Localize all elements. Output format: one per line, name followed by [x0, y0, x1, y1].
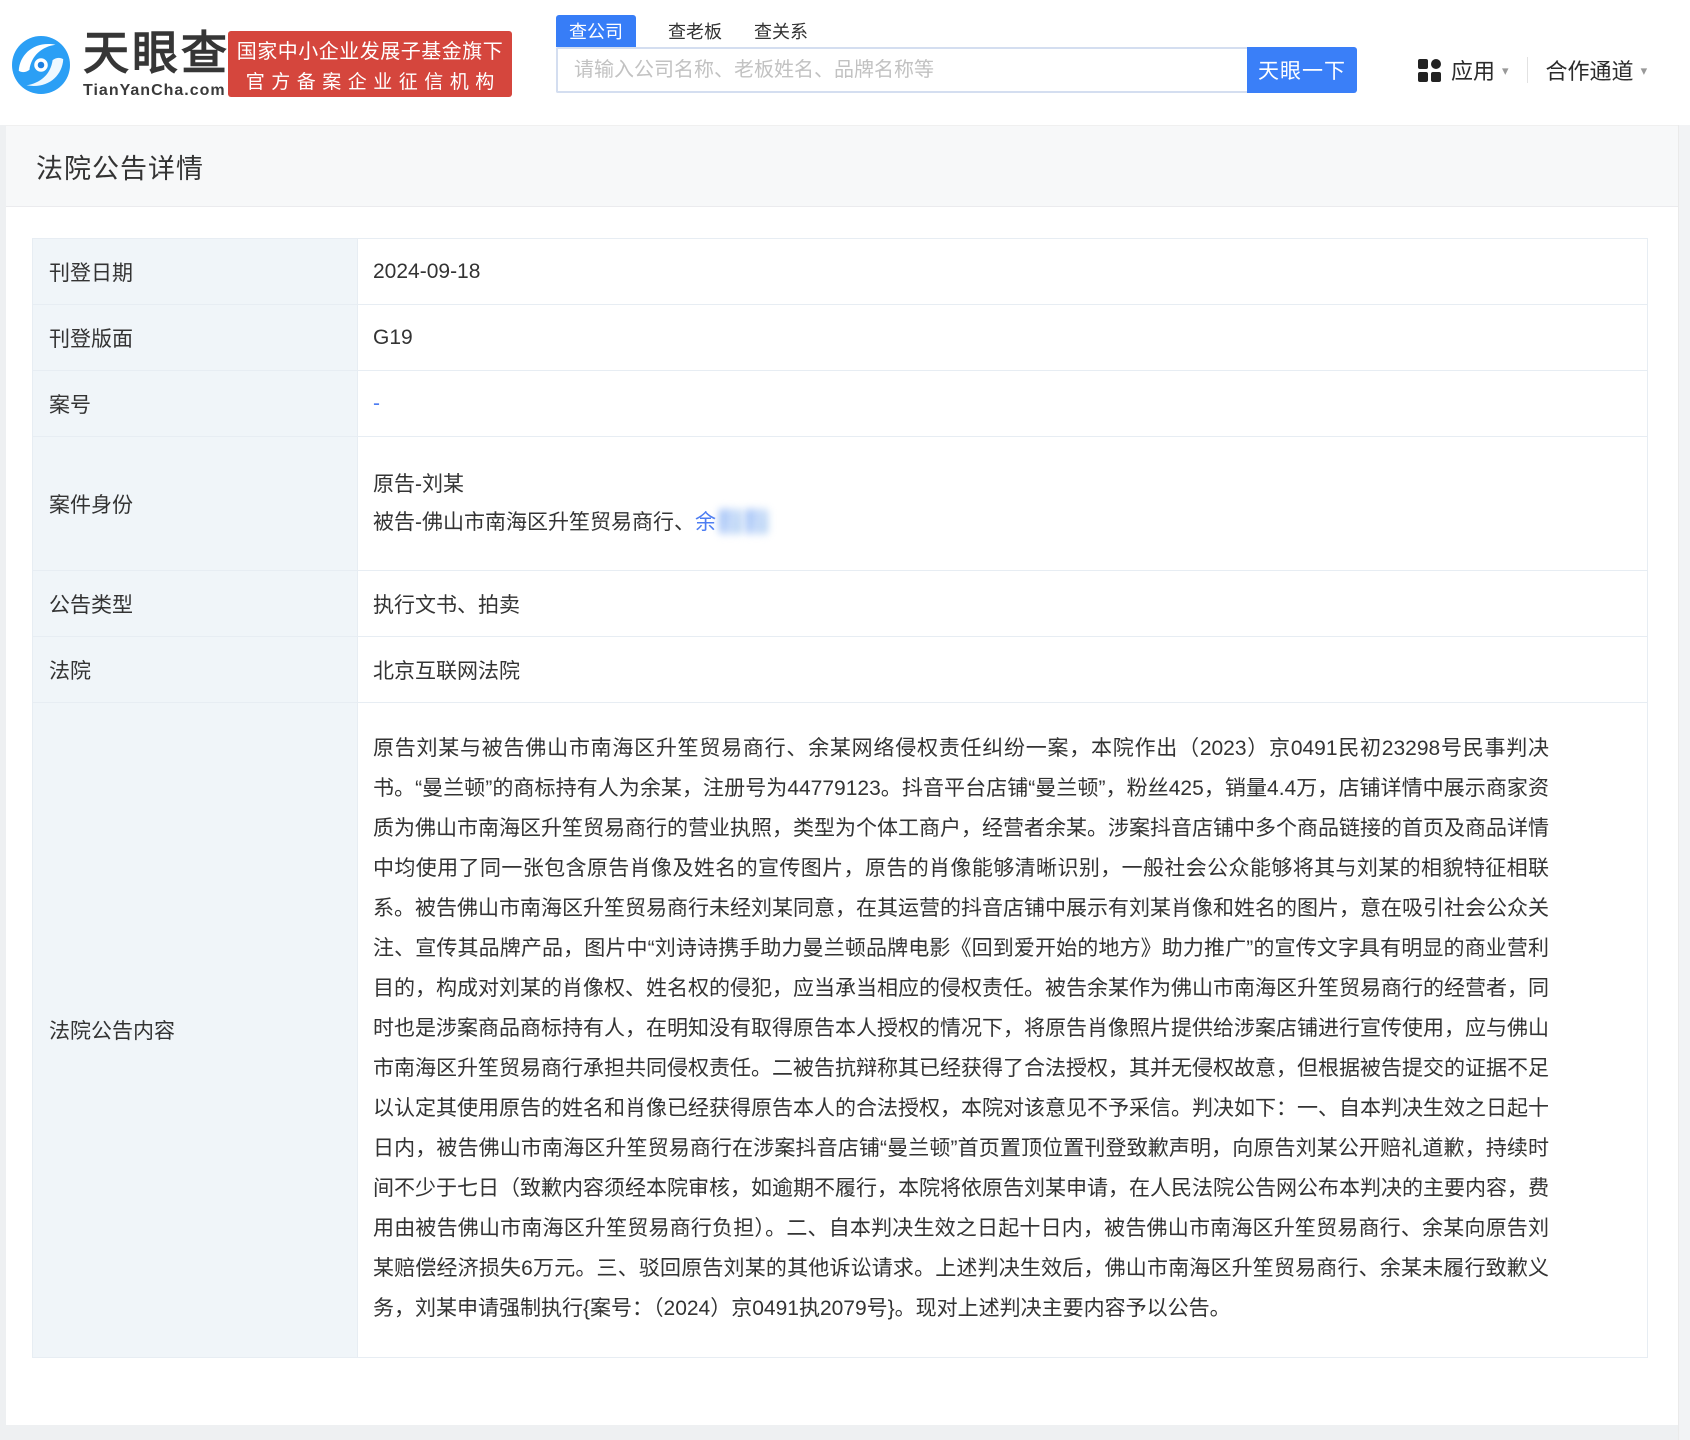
announcement-content-text: 原告刘某与被告佛山市南海区升笙贸易商行、余某网络侵权责任纠纷一案，本院作出（20…	[373, 729, 1549, 1329]
apps-grid-icon	[1418, 59, 1441, 82]
nav-partner-channel[interactable]: 合作通道 ▾	[1546, 54, 1648, 86]
site-header: 天眼查 TianYanCha.com 国家中小企业发展子基金旗下 官方备案企业征…	[0, 0, 1690, 125]
search-input[interactable]	[556, 47, 1247, 93]
table-row-announcement-content: 法院公告内容 原告刘某与被告佛山市南海区升笙贸易商行、余某网络侵权责任纠纷一案，…	[33, 703, 1647, 1357]
nav-partner-label: 合作通道	[1546, 54, 1634, 86]
row-value: G19	[358, 305, 1647, 370]
table-row-announcement-type: 公告类型 执行文书、拍卖	[33, 571, 1647, 637]
nav-divider	[1527, 57, 1528, 83]
tianyancha-logo-icon	[12, 36, 70, 94]
row-label: 案件身份	[33, 437, 358, 570]
brand-domain: TianYanCha.com	[83, 82, 230, 100]
logo-text: 天眼查 TianYanCha.com	[83, 30, 230, 100]
redacted-name-block	[745, 509, 768, 534]
table-row-court: 法院 北京互联网法院	[33, 637, 1647, 703]
header-right-nav: 应用 ▾ 合作通道 ▾	[1418, 47, 1647, 93]
row-label: 法院	[33, 637, 358, 702]
plaintiff-line: 原告-刘某	[373, 466, 768, 504]
defendant-person-link[interactable]: 余	[695, 511, 716, 534]
announcement-table: 刊登日期 2024-09-18 刊登版面 G19 案号 - 案件身份 原告-刘某…	[32, 238, 1648, 1358]
row-value: 北京互联网法院	[358, 637, 1647, 702]
row-value: 执行文书、拍卖	[358, 571, 1647, 636]
page-title: 法院公告详情	[36, 147, 204, 186]
defendant-line: 被告-佛山市南海区升笙贸易商行、余	[373, 504, 768, 542]
row-label: 案号	[33, 371, 358, 436]
nav-apps[interactable]: 应用 ▾	[1418, 54, 1509, 86]
tianyancha-logo[interactable]: 天眼查 TianYanCha.com	[12, 30, 230, 100]
row-value: 2024-09-18	[358, 239, 1647, 304]
table-row-publish-page: 刊登版面 G19	[33, 305, 1647, 371]
row-label: 法院公告内容	[33, 703, 358, 1357]
chevron-down-icon: ▾	[1502, 63, 1509, 79]
nav-apps-label: 应用	[1451, 54, 1495, 86]
announcement-card: 刊登日期 2024-09-18 刊登版面 G19 案号 - 案件身份 原告-刘某…	[6, 207, 1678, 1425]
search-button[interactable]: 天眼一下	[1247, 47, 1357, 93]
certification-badge: 国家中小企业发展子基金旗下 官方备案企业征信机构	[228, 31, 512, 97]
tab-search-company[interactable]: 查公司	[556, 15, 636, 47]
row-label: 公告类型	[33, 571, 358, 636]
table-row-publish-date: 刊登日期 2024-09-18	[33, 239, 1647, 305]
row-value-case-number: -	[358, 371, 1647, 436]
row-label: 刊登日期	[33, 239, 358, 304]
defendant-text: 被告-佛山市南海区升笙贸易商行、	[373, 511, 695, 534]
page-body: 法院公告详情 刊登日期 2024-09-18 刊登版面 G19 案号 - 案件身…	[6, 125, 1678, 1425]
tab-search-relation[interactable]: 查关系	[754, 15, 808, 47]
table-row-case-number: 案号 -	[33, 371, 1647, 437]
row-value-content: 原告刘某与被告佛山市南海区升笙贸易商行、余某网络侵权责任纠纷一案，本院作出（20…	[358, 703, 1647, 1357]
row-value-case-identity: 原告-刘某 被告-佛山市南海区升笙贸易商行、余	[358, 437, 1647, 570]
redacted-name-block	[719, 509, 742, 534]
table-row-case-identity: 案件身份 原告-刘某 被告-佛山市南海区升笙贸易商行、余	[33, 437, 1647, 571]
badge-line2: 官方备案企业征信机构	[239, 67, 501, 94]
brand-name: 天眼查	[83, 30, 230, 76]
page-title-band: 法院公告详情	[6, 125, 1678, 207]
chevron-down-icon: ▾	[1641, 63, 1648, 79]
tab-search-boss[interactable]: 查老板	[668, 15, 722, 47]
row-label: 刊登版面	[33, 305, 358, 370]
badge-line1: 国家中小企业发展子基金旗下	[237, 35, 504, 64]
search-tabs: 查公司 查老板 查关系	[556, 15, 808, 47]
scrollbar-track[interactable]	[1678, 125, 1690, 1440]
